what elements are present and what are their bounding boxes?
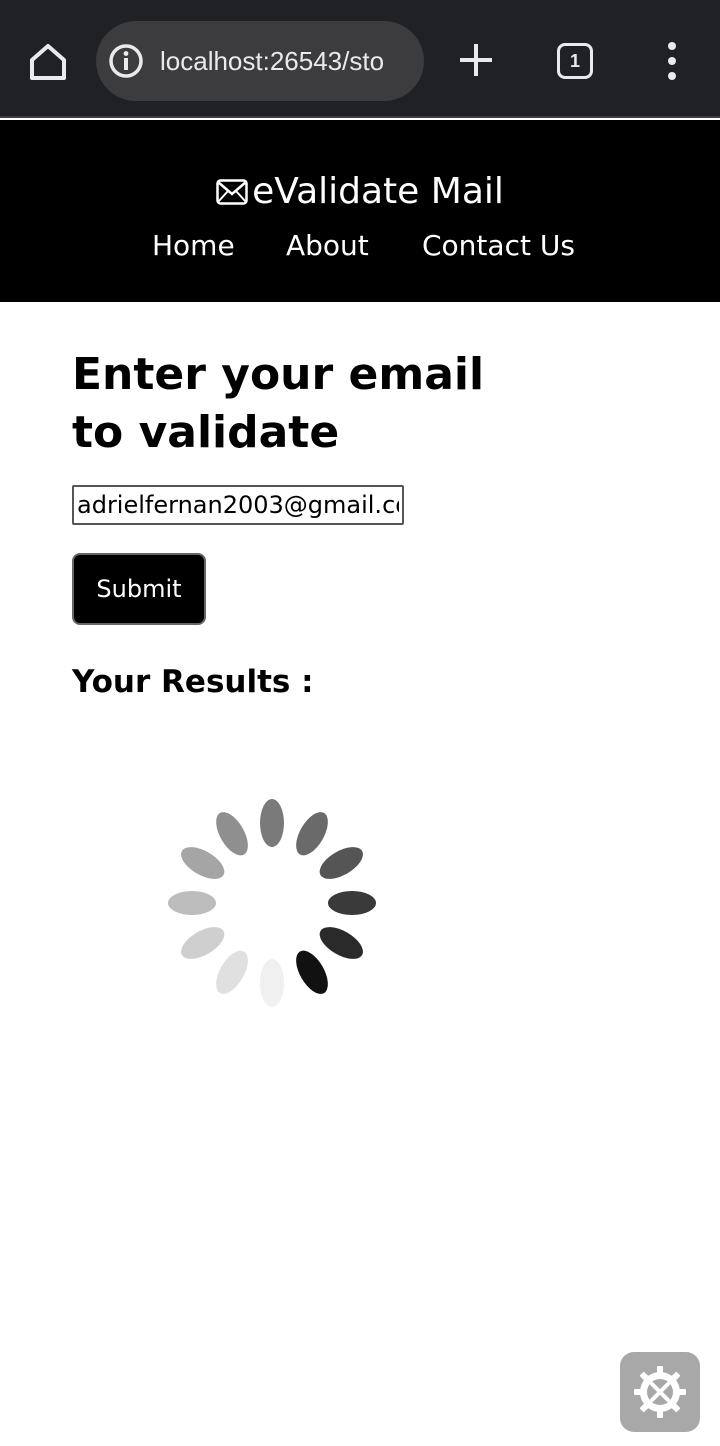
tabs-icon[interactable]: 1 [557, 43, 593, 79]
settings-tools-icon[interactable] [620, 1352, 700, 1432]
spinner-petal [260, 959, 284, 1007]
spinner-petal [296, 950, 328, 994]
tab-count: 1 [557, 43, 593, 79]
results-heading: Your Results : [72, 664, 314, 700]
page-title: Enter your email to validate [72, 349, 485, 458]
email-input[interactable] [72, 485, 404, 525]
more-vert-icon[interactable] [660, 40, 684, 84]
spinner-petal [216, 812, 248, 856]
nav-home-link[interactable]: Home [152, 226, 235, 266]
spinner-petal [296, 812, 328, 856]
spinner-petal [319, 927, 363, 959]
nav-about-link[interactable]: About [286, 226, 369, 266]
spinner-petal [168, 891, 216, 915]
spinner-petal [181, 847, 225, 879]
submit-button[interactable]: Submit [72, 553, 206, 625]
site-header: eValidate Mail Home About Contact Us [0, 120, 720, 302]
home-icon[interactable] [26, 40, 70, 84]
browser-toolbar: localhost:26543/sto 1 [0, 0, 720, 118]
address-bar[interactable]: localhost:26543/sto [96, 21, 424, 101]
spinner-petal [260, 799, 284, 847]
spinner-petal [328, 891, 376, 915]
main-nav: Home About Contact Us [0, 226, 720, 266]
url-text: localhost:26543/sto [160, 46, 385, 76]
mail-icon [216, 172, 248, 205]
brand-title: eValidate Mail [252, 171, 504, 212]
spinner-petal [319, 847, 363, 879]
plus-icon[interactable] [456, 40, 496, 80]
spinner-petal [181, 927, 225, 959]
info-icon[interactable] [108, 43, 144, 79]
loading-spinner-icon [162, 795, 382, 1015]
nav-contact-link[interactable]: Contact Us [422, 226, 575, 266]
spinner-petal [216, 950, 248, 994]
brand[interactable]: eValidate Mail [0, 170, 720, 214]
